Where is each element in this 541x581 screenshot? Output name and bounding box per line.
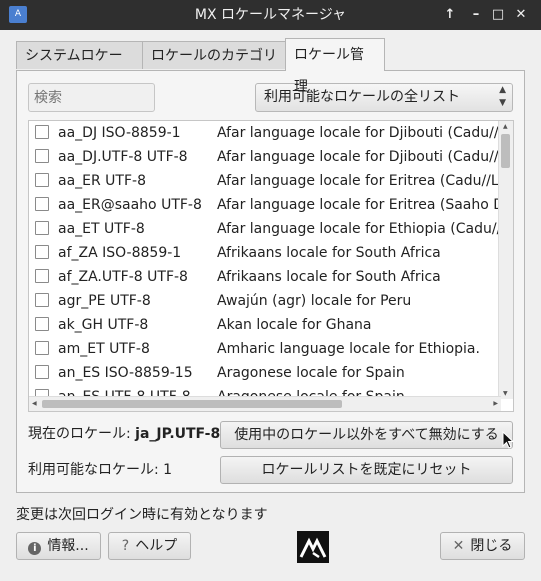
locale-description: Afrikaans locale for South Africa bbox=[217, 269, 441, 285]
locale-checkbox[interactable] bbox=[35, 245, 49, 259]
help-button[interactable]: ? ヘルプ bbox=[108, 532, 191, 560]
locale-list[interactable]: aa_DJ ISO-8859-1 Afar language locale for… bbox=[28, 120, 514, 412]
locale-checkbox[interactable] bbox=[35, 125, 49, 139]
locale-code: aa_ER UTF-8 bbox=[58, 173, 146, 189]
tab-locale-categories[interactable]: ロケールのカテゴリ bbox=[142, 41, 286, 69]
tab-locale-management[interactable]: ロケール管理 bbox=[285, 38, 385, 95]
scroll-down-arrow-icon[interactable]: ▼ bbox=[503, 390, 508, 397]
list-item[interactable]: aa_ET UTF-8 Afar language locale for Ethi… bbox=[29, 217, 513, 241]
locale-description: Afar language locale for Eritrea (Saaho … bbox=[217, 197, 514, 213]
locale-code: aa_ET UTF-8 bbox=[58, 221, 145, 237]
restart-notice: 変更は次回ログイン時に有効となります bbox=[16, 507, 268, 523]
keep-above-icon[interactable]: ↑ bbox=[440, 5, 460, 25]
tab-system-locale[interactable]: システムロケール bbox=[16, 41, 143, 92]
about-button[interactable]: i 情報... bbox=[16, 532, 101, 560]
list-item[interactable]: aa_ER@saaho UTF-8 Afar language locale fo… bbox=[29, 193, 513, 217]
vertical-scrollbar[interactable]: ▲ ▼ bbox=[498, 121, 513, 399]
help-icon: ? bbox=[121, 538, 130, 554]
maximize-icon[interactable]: □ bbox=[488, 5, 508, 25]
locale-checkbox[interactable] bbox=[35, 197, 49, 211]
locale-description: Aragonese locale for Spain bbox=[217, 365, 405, 381]
vertical-scroll-thumb[interactable] bbox=[501, 134, 510, 168]
locale-checkbox[interactable] bbox=[35, 149, 49, 163]
locale-checkbox[interactable] bbox=[35, 317, 49, 331]
locale-checkbox[interactable] bbox=[35, 365, 49, 379]
scroll-right-arrow-icon[interactable]: ▶ bbox=[493, 400, 498, 407]
horizontal-scrollbar[interactable]: ◀ ▶ bbox=[29, 396, 501, 411]
current-locale-value: ja_JP.UTF-8 bbox=[135, 426, 221, 442]
locale-code: af_ZA ISO-8859-1 bbox=[58, 245, 182, 261]
locale-code: aa_ER@saaho UTF-8 bbox=[58, 197, 202, 213]
locale-description: Afar language locale for Ethiopia (Cadu/… bbox=[217, 221, 514, 237]
available-locales-count: 1 bbox=[163, 462, 173, 478]
info-icon: i bbox=[28, 542, 42, 555]
locale-code: am_ET UTF-8 bbox=[58, 341, 150, 357]
locale-description: Amharic language locale for Ethiopia. bbox=[217, 341, 480, 357]
list-item[interactable]: aa_DJ.UTF-8 UTF-8 Afar language locale fo… bbox=[29, 145, 513, 169]
mouse-cursor-icon bbox=[502, 431, 514, 449]
locale-checkbox[interactable] bbox=[35, 173, 49, 187]
disable-unused-locales-button[interactable]: 使用中のロケール以外をすべて無効にする bbox=[220, 421, 513, 449]
list-item[interactable]: af_ZA ISO-8859-1 Afrikaans locale for Sou… bbox=[29, 241, 501, 265]
close-window-icon[interactable]: ✕ bbox=[511, 5, 531, 25]
list-item[interactable]: aa_DJ ISO-8859-1 Afar language locale for… bbox=[29, 121, 513, 145]
locale-checkbox[interactable] bbox=[35, 293, 49, 307]
close-button[interactable]: ✕ 閉じる bbox=[440, 532, 525, 560]
scroll-up-arrow-icon[interactable]: ▲ bbox=[503, 123, 508, 130]
list-item[interactable]: an_ES ISO-8859-15 Aragonese locale for Sp… bbox=[29, 361, 501, 385]
combo-arrows-icon: ▲ ▼ bbox=[499, 85, 506, 108]
close-button-label: 閉じる bbox=[470, 538, 513, 554]
help-button-label: ヘルプ bbox=[135, 538, 178, 554]
list-item[interactable]: am_ET UTF-8 Amharic language locale for E… bbox=[29, 337, 501, 361]
locale-manager-window: A MX ロケールマネージャ ↑ – □ ✕ システムロケール ロケールのカテゴ… bbox=[0, 0, 541, 581]
locale-checkbox[interactable] bbox=[35, 341, 49, 355]
reset-locale-list-button[interactable]: ロケールリストを既定にリセット bbox=[220, 456, 513, 484]
search-input[interactable] bbox=[28, 83, 155, 112]
locale-checkbox[interactable] bbox=[35, 221, 49, 235]
locale-description: Afar language locale for Djibouti (Cadu/… bbox=[217, 149, 514, 165]
locale-code: an_ES ISO-8859-15 bbox=[58, 365, 193, 381]
locale-description: Afrikaans locale for South Africa bbox=[217, 245, 441, 261]
locale-code: agr_PE UTF-8 bbox=[58, 293, 151, 309]
locale-code: aa_DJ ISO-8859-1 bbox=[58, 125, 181, 141]
list-item[interactable]: af_ZA.UTF-8 UTF-8 Afrikaans locale for So… bbox=[29, 265, 501, 289]
list-item[interactable]: ak_GH UTF-8 Akan locale for Ghana bbox=[29, 313, 501, 337]
close-icon: ✕ bbox=[452, 538, 465, 554]
locale-code: aa_DJ.UTF-8 UTF-8 bbox=[58, 149, 188, 165]
list-item[interactable]: agr_PE UTF-8 Awajún (agr) locale for Peru bbox=[29, 289, 501, 313]
locale-code: ak_GH UTF-8 bbox=[58, 317, 149, 333]
locale-description: Akan locale for Ghana bbox=[217, 317, 372, 333]
locale-description: Afar language locale for Eritrea (Cadu//… bbox=[217, 173, 514, 189]
title-bar[interactable]: A MX ロケールマネージャ ↑ – □ ✕ bbox=[0, 0, 541, 30]
minimize-icon[interactable]: – bbox=[466, 5, 486, 25]
locale-checkbox[interactable] bbox=[35, 269, 49, 283]
horizontal-scroll-thumb[interactable] bbox=[42, 400, 342, 408]
locale-code: af_ZA.UTF-8 UTF-8 bbox=[58, 269, 188, 285]
locale-description: Awajún (agr) locale for Peru bbox=[217, 293, 412, 309]
available-locales-label: 利用可能なロケール: 1 bbox=[28, 462, 173, 478]
current-locale-label: 現在のロケール: ja_JP.UTF-8 bbox=[28, 426, 221, 442]
about-button-label: 情報... bbox=[47, 538, 89, 554]
mx-logo-icon bbox=[297, 531, 329, 563]
locale-description: Afar language locale for Djibouti (Cadu/… bbox=[217, 125, 514, 141]
scroll-left-arrow-icon[interactable]: ◀ bbox=[32, 400, 37, 407]
list-item[interactable]: aa_ER UTF-8 Afar language locale for Erit… bbox=[29, 169, 513, 193]
